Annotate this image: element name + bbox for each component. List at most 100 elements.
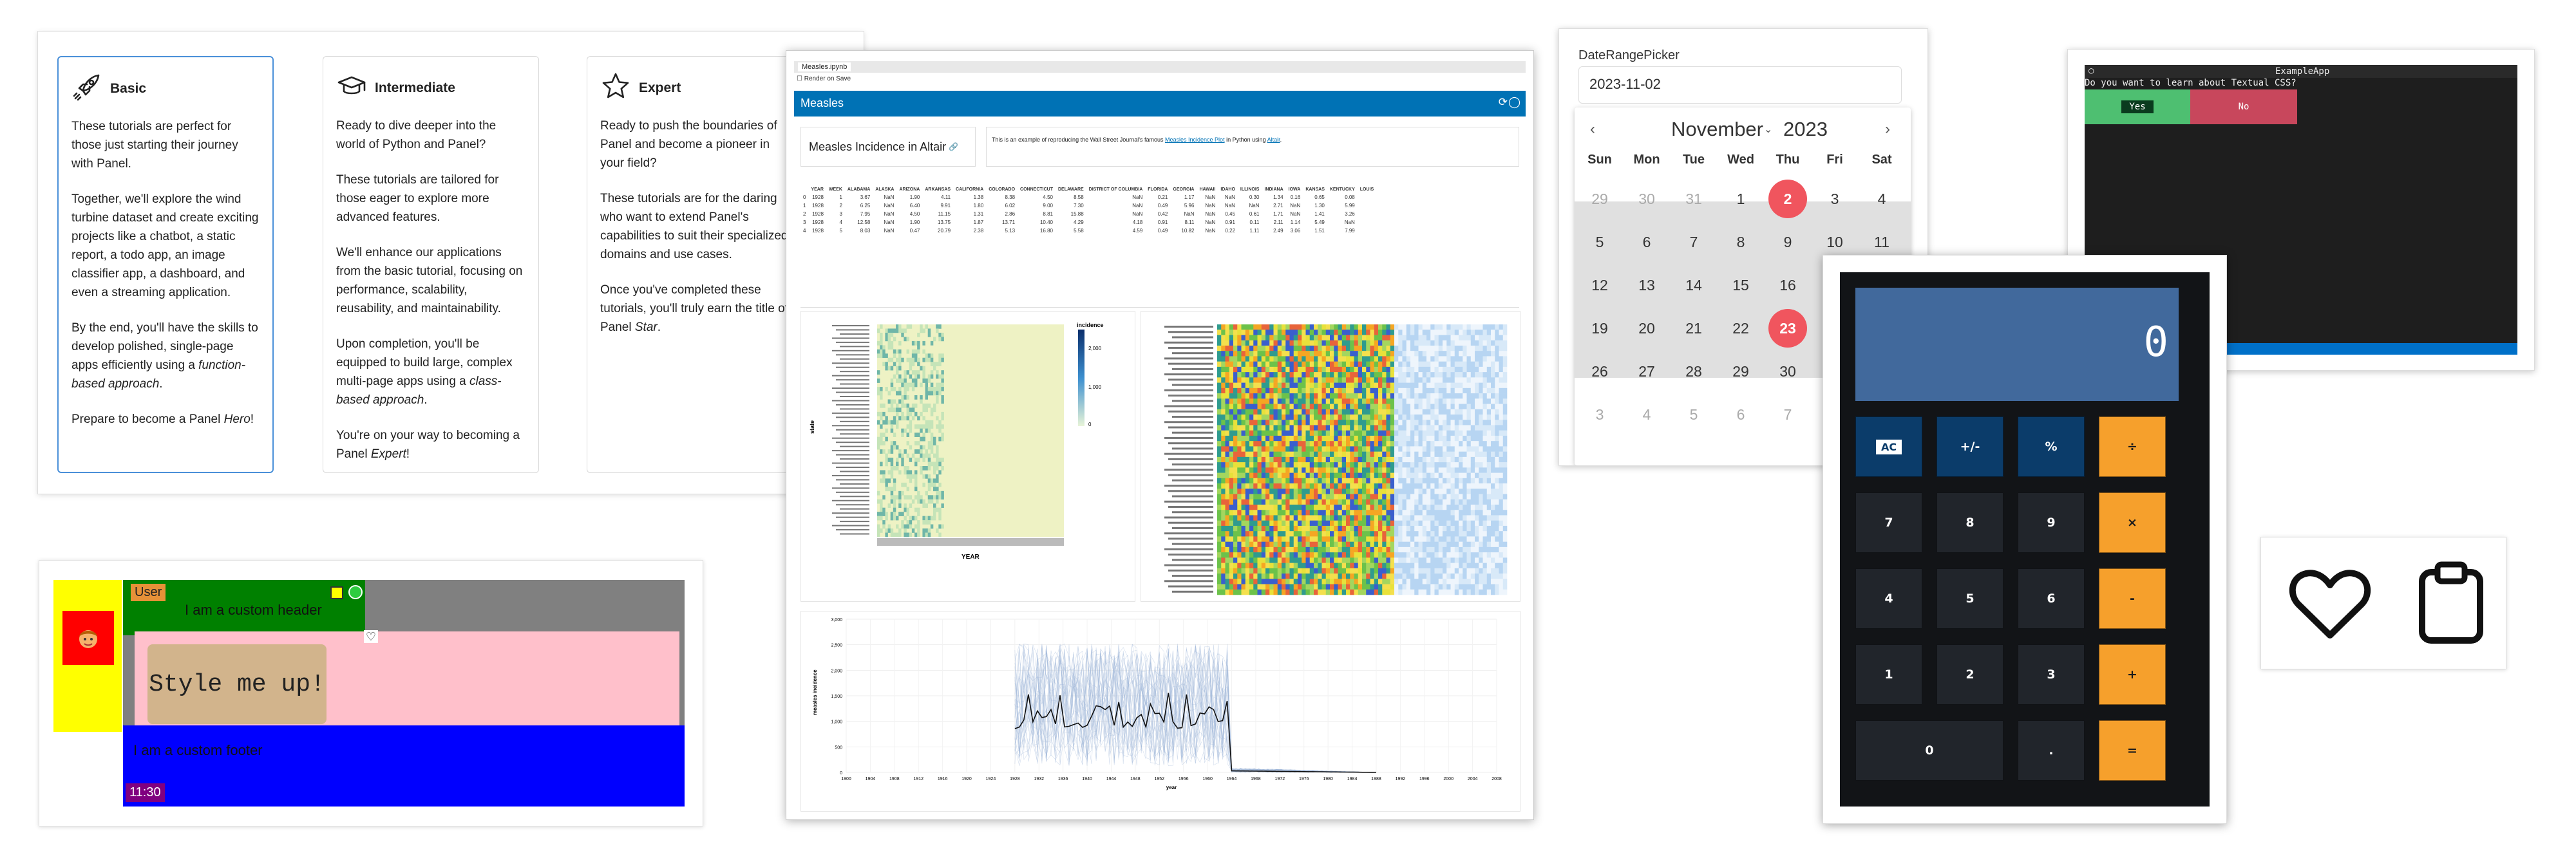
day-cell[interactable]: 16: [1765, 266, 1810, 304]
heatmap-cell: [893, 516, 896, 521]
heatmap-cell: [1394, 546, 1399, 553]
day-cell[interactable]: 3: [1577, 395, 1622, 434]
reload-icon[interactable]: ⟳: [1499, 96, 1508, 109]
day-cell[interactable]: 12: [1577, 266, 1622, 304]
day-cell[interactable]: 1: [1718, 180, 1763, 218]
day-cell[interactable]: 31: [1671, 180, 1716, 218]
one-button[interactable]: 1: [1855, 644, 1922, 705]
selected-day-cell[interactable]: 23: [1765, 309, 1810, 348]
date-input[interactable]: 2023-11-02: [1578, 66, 1902, 104]
five-button[interactable]: 5: [1937, 568, 2003, 629]
render-on-save[interactable]: ☐ Render on Save: [797, 75, 851, 82]
clipboard-icon[interactable]: [2417, 561, 2485, 648]
eight-button[interactable]: 8: [1937, 492, 2003, 553]
multiply-button[interactable]: ×: [2099, 492, 2166, 553]
tutorial-card-expert[interactable]: Expert Ready to push the boundaries of P…: [587, 56, 803, 473]
heatmap-cell: [1430, 462, 1435, 468]
day-cell[interactable]: 7: [1671, 223, 1716, 261]
notebook-tab[interactable]: Measles.ipynb: [798, 62, 851, 71]
ac-button[interactable]: AC: [1855, 416, 1922, 477]
day-cell[interactable]: 28: [1671, 352, 1716, 391]
day-cell[interactable]: 15: [1718, 266, 1763, 304]
heatmap-cell: [1479, 579, 1483, 584]
day-cell[interactable]: 5: [1577, 223, 1622, 261]
settings-icon[interactable]: ◯: [1508, 96, 1520, 109]
percent-button[interactable]: %: [2018, 416, 2085, 477]
heart-icon[interactable]: ♡: [364, 630, 378, 643]
day-cell[interactable]: 26: [1577, 352, 1622, 391]
heatmap-cell: [1491, 494, 1495, 500]
heatmap-cell: [1241, 552, 1246, 558]
heatmap-cell: [1330, 510, 1334, 516]
year-input[interactable]: 2023: [1783, 118, 1828, 141]
day-cell[interactable]: 14: [1671, 266, 1716, 304]
day-cell[interactable]: 30: [1624, 180, 1669, 218]
day-cell[interactable]: 4: [1624, 395, 1669, 434]
plus-button[interactable]: +: [2099, 644, 2166, 705]
table-cell: 0.11: [1249, 219, 1260, 225]
month-select[interactable]: November: [1671, 118, 1763, 141]
day-cell[interactable]: 8: [1718, 223, 1763, 261]
measles-plot-link[interactable]: Measles Incidence Plot: [1165, 136, 1225, 143]
day-cell[interactable]: 13: [1624, 266, 1669, 304]
day-cell[interactable]: 5: [1671, 395, 1716, 434]
day-cell[interactable]: 7: [1765, 395, 1810, 434]
heatmap-cell: [1410, 372, 1415, 378]
day-cell[interactable]: 21: [1671, 309, 1716, 348]
heart-icon[interactable]: [2288, 566, 2372, 646]
divide-button[interactable]: ÷: [2099, 416, 2166, 477]
day-cell[interactable]: 6: [1718, 395, 1763, 434]
heatmap-cell: [1261, 435, 1266, 442]
day-cell[interactable]: 19: [1577, 309, 1622, 348]
y-axis-label: state: [809, 420, 815, 434]
selected-day-cell[interactable]: 2: [1765, 180, 1810, 218]
tutorial-card-basic[interactable]: Basic These tutorials are perfect for th…: [57, 56, 274, 473]
heatmap-cell: [1330, 387, 1334, 394]
heatmap-cell: [1366, 478, 1370, 484]
heatmap-cell: [938, 391, 942, 396]
no-button[interactable]: No: [2190, 89, 2297, 124]
altair-link[interactable]: Altair: [1267, 136, 1280, 143]
day-cell[interactable]: 20: [1624, 309, 1669, 348]
day-cell[interactable]: 29: [1718, 352, 1763, 391]
nine-button[interactable]: 9: [2018, 492, 2085, 553]
heatmap-cell: [1293, 340, 1298, 346]
equals-button[interactable]: =: [2099, 720, 2166, 781]
heatmap-cell: [1370, 404, 1375, 410]
day-cell[interactable]: 29: [1577, 180, 1622, 218]
seven-button[interactable]: 7: [1855, 492, 1922, 553]
style-me-button[interactable]: Style me up!: [147, 644, 327, 724]
circle-icon[interactable]: ○: [2088, 66, 2094, 76]
day-cell[interactable]: 4: [1859, 180, 1904, 218]
yes-button[interactable]: Yes: [2085, 89, 2190, 124]
plus-minus-button[interactable]: +/-: [1937, 416, 2003, 477]
decimal-button[interactable]: .: [2018, 720, 2085, 781]
zero-button[interactable]: 0: [1855, 720, 2003, 781]
heatmap-cell: [1293, 510, 1298, 516]
heatmap-cell: [1277, 489, 1282, 494]
four-button[interactable]: 4: [1855, 568, 1922, 629]
heatmap-cell: [1233, 335, 1238, 341]
heatmap-cell: [1466, 377, 1472, 383]
minus-button[interactable]: -: [2099, 568, 2166, 629]
day-cell[interactable]: 9: [1765, 223, 1810, 261]
tutorial-card-intermediate[interactable]: Intermediate Ready to dive deeper into t…: [323, 56, 539, 473]
day-cell[interactable]: 22: [1718, 309, 1763, 348]
three-button[interactable]: 3: [2018, 644, 2085, 705]
heatmap-cell: [1314, 377, 1318, 383]
day-cell[interactable]: 27: [1624, 352, 1669, 391]
copy-icon[interactable]: [330, 586, 343, 599]
day-cell[interactable]: 3: [1812, 180, 1857, 218]
next-month-icon[interactable]: ›: [1885, 120, 1890, 138]
heatmap-cell: [904, 528, 907, 533]
day-cell[interactable]: 30: [1765, 352, 1810, 391]
six-button[interactable]: 6: [2018, 568, 2085, 629]
heatmap-cell: [1386, 489, 1391, 494]
heatmap-cell: [1482, 505, 1488, 510]
prev-month-icon[interactable]: ‹: [1590, 120, 1595, 138]
heatmap-cell: [882, 520, 886, 525]
two-button[interactable]: 2: [1937, 644, 2003, 705]
heatmap-cell: [936, 374, 939, 379]
day-cell[interactable]: 6: [1624, 223, 1669, 261]
heatmap-cell: [1321, 398, 1327, 404]
